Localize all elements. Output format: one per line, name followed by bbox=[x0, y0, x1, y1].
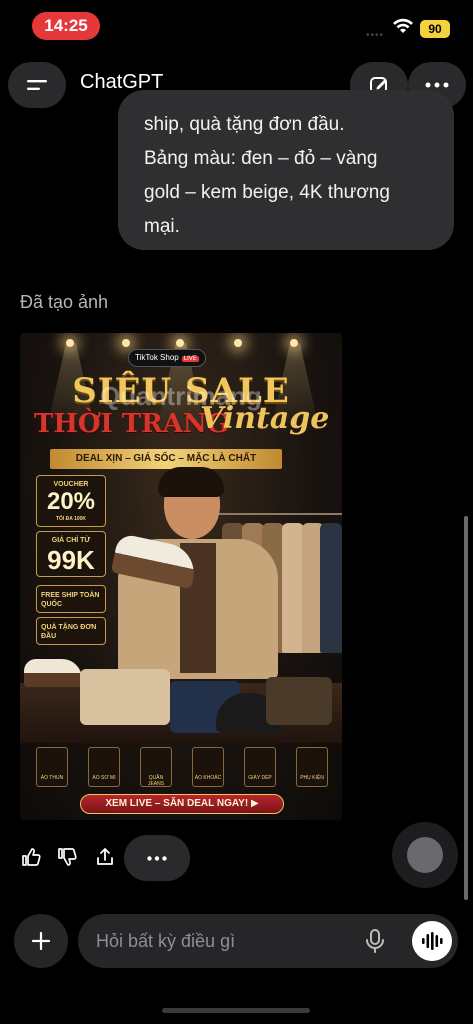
price-value: 99K bbox=[47, 545, 95, 575]
price-box: GIÁ CHỈ TỪ 99K bbox=[36, 531, 106, 577]
spotlight bbox=[66, 339, 74, 347]
free-ship-box: FREE SHIP TOÀN QUỐC bbox=[36, 585, 106, 613]
microphone-icon[interactable] bbox=[362, 927, 388, 955]
status-time: 14:25 bbox=[32, 12, 100, 40]
scrollbar[interactable] bbox=[464, 516, 468, 900]
sneaker-product bbox=[24, 659, 82, 687]
user-message-line: ship, quà tặng đơn đầu. bbox=[144, 114, 345, 135]
tiktok-shop-badge: TikTok Shop LIVE bbox=[128, 349, 206, 367]
ellipsis-icon bbox=[147, 855, 167, 861]
voice-orb-icon bbox=[407, 837, 443, 873]
thumbs-down-icon[interactable] bbox=[56, 846, 78, 868]
home-indicator bbox=[162, 1008, 310, 1013]
generated-image-label: Đã tạo ảnh bbox=[20, 292, 109, 312]
price-label: GIÁ CHỈ TỪ bbox=[51, 537, 91, 544]
poster-title-vintage: Vintage bbox=[200, 401, 330, 436]
category-item: GIÀY DÉP bbox=[244, 747, 276, 787]
audio-waveform-icon bbox=[422, 932, 443, 950]
attach-button[interactable] bbox=[14, 914, 68, 968]
polo-shirt-product bbox=[80, 669, 170, 725]
ellipsis-icon bbox=[425, 82, 449, 88]
voice-mode-button[interactable] bbox=[412, 921, 452, 961]
user-message-line: Bảng màu: đen – đỏ – vàng bbox=[144, 148, 378, 169]
spotlight bbox=[290, 339, 298, 347]
status-bar: 14:25 •••• 90 bbox=[0, 0, 473, 52]
composer bbox=[0, 910, 473, 970]
cellular-signal-icon: •••• bbox=[366, 30, 385, 41]
voucher-box: VOUCHER 20% TỐI ĐA 100K bbox=[36, 475, 106, 527]
share-icon[interactable] bbox=[94, 846, 116, 868]
menu-icon bbox=[27, 80, 47, 90]
poster-cta: XEM LIVE – SĂN DEAL NGAY! ▶ bbox=[80, 794, 284, 814]
message-input-wrapper bbox=[78, 914, 458, 968]
spotlight bbox=[176, 339, 184, 347]
model-hair bbox=[158, 467, 224, 497]
generated-image[interactable]: TikTok Shop LIVE SIÊU SALE Quantrimang TH… bbox=[20, 333, 342, 820]
tiktok-brand: TikTok Shop bbox=[135, 353, 179, 362]
user-message-bubble: ship, quà tặng đơn đầu. Bảng màu: đen – … bbox=[118, 90, 454, 250]
thumbs-up-icon[interactable] bbox=[20, 846, 42, 868]
voice-mode-orb[interactable] bbox=[392, 822, 458, 888]
category-row: ÁO THUN ÁO SƠ MI QUẦN JEANS ÁO KHOÁC GIÀ… bbox=[36, 747, 328, 787]
message-input[interactable] bbox=[96, 928, 346, 954]
bag-product bbox=[266, 677, 332, 725]
spotlight bbox=[122, 339, 130, 347]
spotlight bbox=[234, 339, 242, 347]
free-ship-text: FREE SHIP TOÀN QUỐC bbox=[41, 592, 100, 608]
voucher-value: 20% bbox=[46, 488, 96, 515]
category-item: PHỤ KIỆN bbox=[296, 747, 328, 787]
user-message-line: mại. bbox=[144, 216, 180, 237]
live-tag: LIVE bbox=[181, 356, 199, 362]
menu-button[interactable] bbox=[8, 62, 66, 108]
battery-indicator: 90 bbox=[420, 20, 450, 38]
wifi-icon bbox=[393, 18, 413, 33]
more-actions-button[interactable] bbox=[124, 835, 190, 881]
poster-subtitle: DEAL XỊN – GIÁ SỐC – MẶC LÀ CHẤT bbox=[50, 449, 282, 469]
category-item: ÁO THUN bbox=[36, 747, 68, 787]
category-item: QUẦN JEANS bbox=[140, 747, 172, 787]
gift-text: QUÀ TẶNG ĐƠN ĐẦU bbox=[41, 624, 97, 640]
category-item: ÁO KHOÁC bbox=[192, 747, 224, 787]
category-item: ÁO SƠ MI bbox=[88, 747, 120, 787]
gift-box: QUÀ TẶNG ĐƠN ĐẦU bbox=[36, 617, 106, 645]
voucher-note: TỐI ĐA 100K bbox=[55, 516, 87, 522]
user-message-line: gold – kem beige, 4K thương bbox=[144, 182, 390, 203]
plus-icon bbox=[31, 931, 51, 951]
